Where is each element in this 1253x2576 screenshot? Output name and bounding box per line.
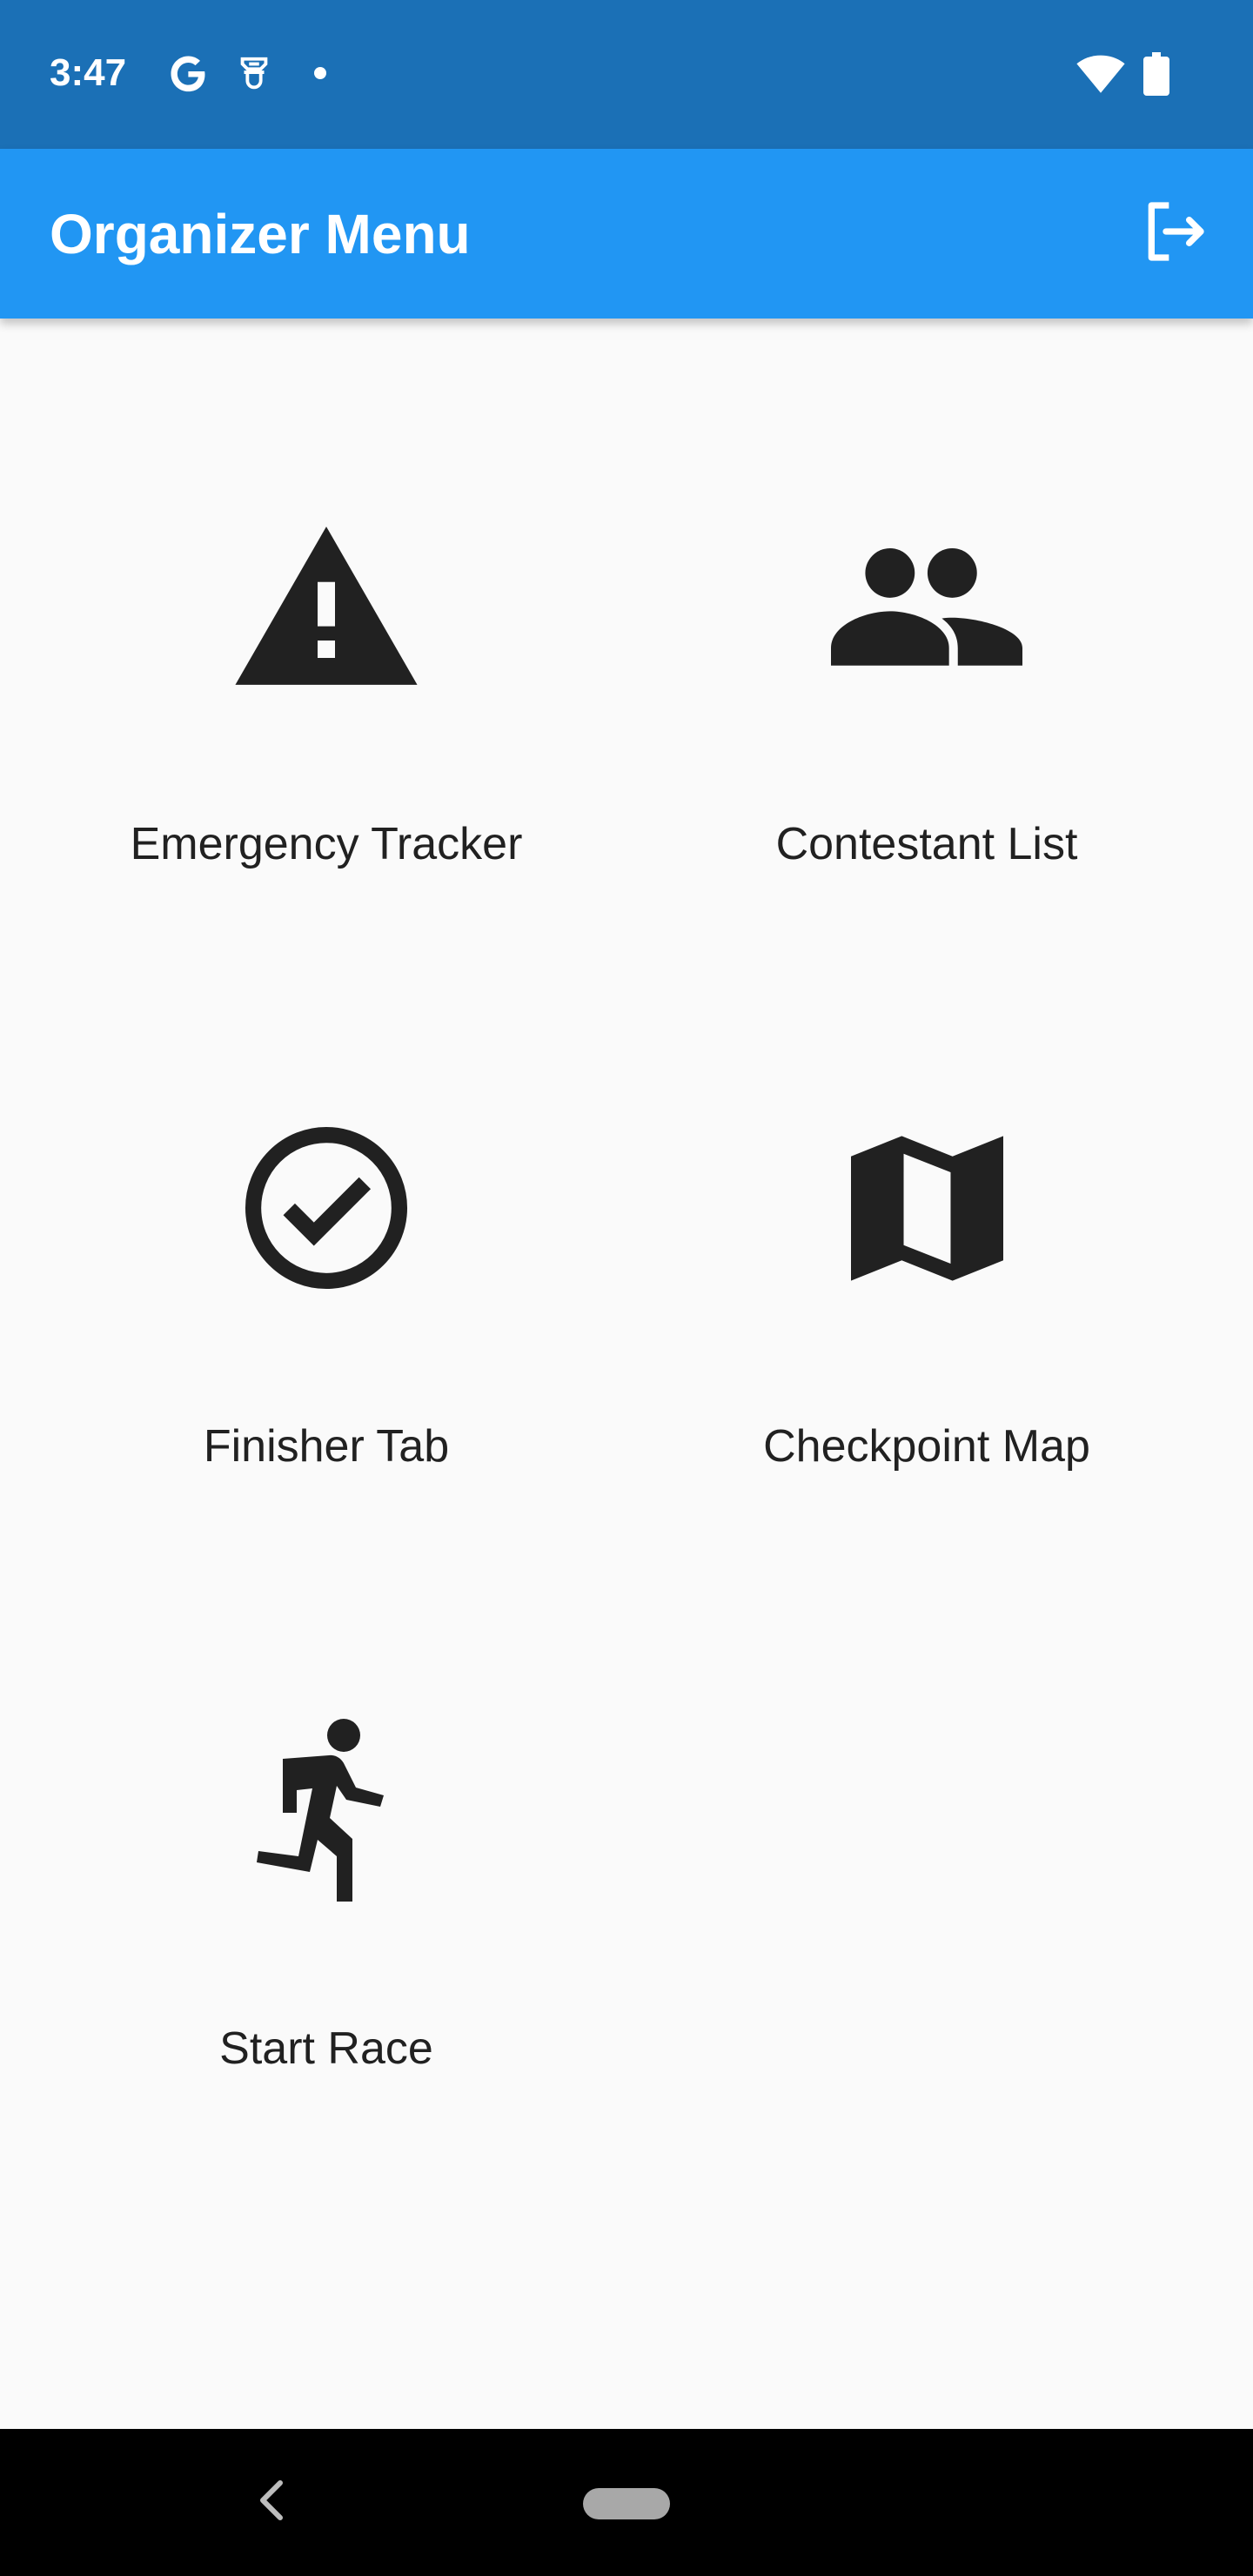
menu-tile-checkpoint-map[interactable]: Checkpoint Map (626, 1016, 1227, 1617)
menu-label-emergency-tracker: Emergency Tracker (130, 819, 523, 869)
menu-tile-finisher-tab[interactable]: Finisher Tab (26, 1016, 626, 1617)
status-bar: 3:47 (0, 0, 1253, 149)
menu-label-finisher-tab: Finisher Tab (203, 1421, 450, 1472)
status-time: 3:47 (50, 51, 127, 94)
notification-icon (240, 57, 268, 90)
battery-icon (1143, 52, 1169, 96)
map-icon (850, 1135, 1003, 1281)
logout-icon (1148, 202, 1204, 261)
check-circle-icon (245, 1126, 408, 1290)
dot-icon (314, 67, 326, 79)
menu-label-start-race: Start Race (219, 2023, 433, 2074)
menu-label-contestant-list: Contestant List (775, 819, 1078, 869)
people-icon (831, 548, 1022, 666)
menu-label-checkpoint-map: Checkpoint Map (763, 1421, 1090, 1472)
home-pill-icon[interactable] (583, 2488, 670, 2519)
google-g-icon (171, 56, 206, 92)
menu-grid: Emergency Tracker Contestant List Finish… (0, 319, 1253, 2429)
menu-tile-start-race[interactable]: Start Race (26, 1619, 626, 2219)
organizer-menu-screen: 3:47 Organizer Menu Emergency Tracker Co… (0, 0, 1253, 2576)
warning-icon (235, 527, 418, 685)
back-icon[interactable] (252, 2474, 291, 2526)
app-bar: Organizer Menu (0, 149, 1253, 319)
menu-tile-emergency-tracker[interactable]: Emergency Tracker (26, 414, 626, 1015)
wifi-icon (1076, 55, 1125, 93)
page-title: Organizer Menu (50, 203, 471, 265)
logout-button[interactable] (1131, 188, 1218, 275)
system-nav-bar (0, 2429, 1253, 2576)
running-icon (257, 1719, 384, 1902)
menu-tile-contestant-list[interactable]: Contestant List (626, 414, 1227, 1015)
